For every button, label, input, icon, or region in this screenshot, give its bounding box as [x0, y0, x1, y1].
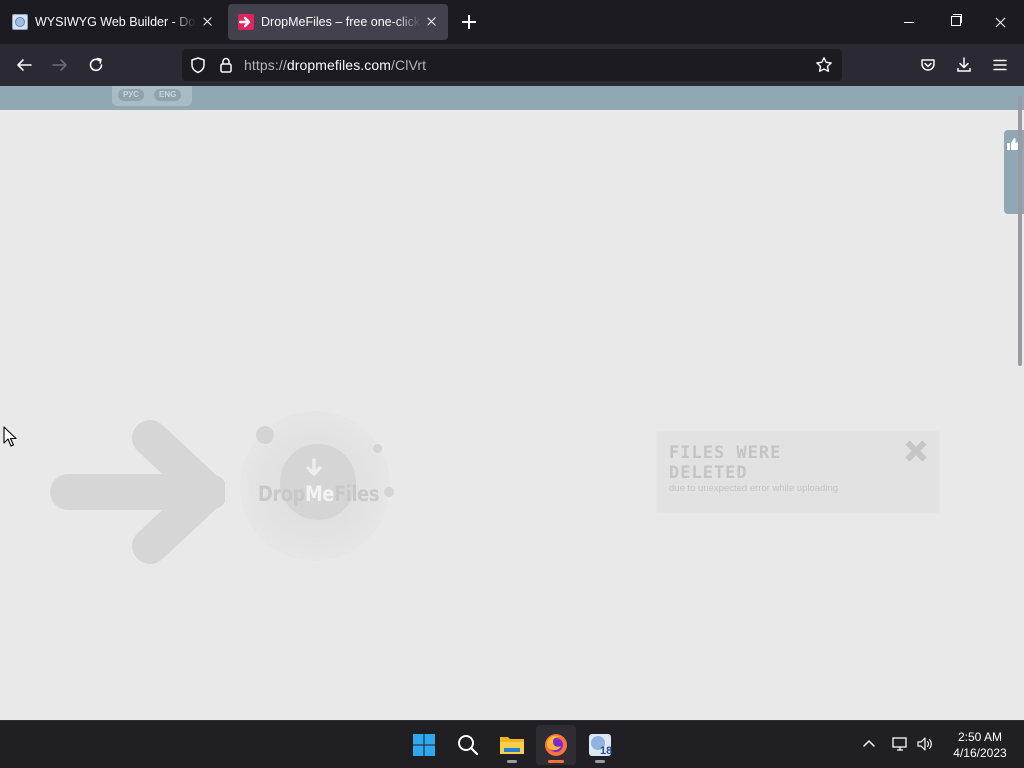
- volume-icon[interactable]: [914, 733, 936, 755]
- hamburger-menu-icon[interactable]: [987, 52, 1013, 78]
- logo-text-me: Me: [304, 482, 334, 506]
- wysiwyg-favicon-icon: [12, 14, 28, 30]
- url-host: dropmefiles.com: [286, 57, 392, 73]
- tab-close-icon[interactable]: [424, 14, 440, 30]
- clock-date: 4/16/2023: [953, 746, 1007, 760]
- lang-en-button[interactable]: ENG: [154, 89, 182, 101]
- forward-arrow-icon[interactable]: [47, 52, 73, 78]
- url-text[interactable]: https://dropmefiles.com/ClVrt: [244, 57, 426, 73]
- lock-icon[interactable]: [217, 56, 235, 79]
- system-clock[interactable]: 2:50 AM 4/16/2023: [942, 729, 1018, 761]
- logo-orbit-dot: [373, 444, 382, 453]
- page-scrollbar-thumb[interactable]: [1018, 96, 1022, 366]
- new-tab-plus-icon[interactable]: [458, 11, 480, 33]
- address-bar[interactable]: https://dropmefiles.com/ClVrt: [182, 49, 842, 81]
- logo-orbit-dot: [256, 426, 274, 444]
- url-scheme: https://: [244, 57, 287, 73]
- running-indicator: [595, 760, 605, 763]
- tab-wysiwyg[interactable]: WYSIWYG Web Builder - Downl: [2, 4, 224, 40]
- mouse-cursor-icon: [3, 426, 17, 447]
- bookmark-star-icon[interactable]: [815, 56, 833, 79]
- big-arrow-graphic: [50, 420, 225, 564]
- logo-orbit-dot: [384, 487, 394, 497]
- download-arrow-icon: [306, 458, 322, 476]
- tab-title: WYSIWYG Web Builder - Downl: [35, 15, 196, 29]
- file-explorer-icon[interactable]: [492, 725, 532, 765]
- window-restore-button[interactable]: [932, 0, 978, 44]
- dropmefiles-logo-text: DropMeFiles: [258, 482, 379, 506]
- chevron-up-icon[interactable]: [858, 733, 880, 755]
- downloads-icon[interactable]: [951, 52, 977, 78]
- browser-tab-strip: WYSIWYG Web Builder - Downl DropMeFiles …: [0, 0, 1024, 44]
- message-title: FILES WERE DELETED: [669, 443, 782, 483]
- dropmefiles-favicon-icon: [238, 14, 254, 30]
- app-badge: 18: [600, 745, 613, 757]
- logo-text-drop: Drop: [258, 482, 305, 506]
- screen: WYSIWYG Web Builder - Downl DropMeFiles …: [0, 0, 1024, 768]
- clock-time: 2:50 AM: [957, 730, 1003, 744]
- running-indicator: [507, 760, 517, 763]
- windows-taskbar: 18 2:50 AM 4/16/2023: [0, 720, 1024, 768]
- files-deleted-message: FILES WERE DELETED due to unexpected err…: [657, 432, 939, 512]
- windows-start-icon[interactable]: [404, 725, 444, 765]
- firefox-icon[interactable]: [536, 725, 576, 765]
- lang-ru-button[interactable]: РУС: [118, 89, 144, 101]
- app-18-icon[interactable]: 18: [580, 725, 620, 765]
- web-page: РУС ENG DropMeFiles FILES WERE DELETED d…: [0, 86, 1024, 720]
- language-switcher: РУС ENG: [112, 86, 192, 106]
- back-arrow-icon[interactable]: [11, 52, 37, 78]
- close-x-icon[interactable]: [905, 440, 927, 462]
- tab-dropmefiles[interactable]: DropMeFiles – free one-click file: [228, 4, 448, 40]
- url-path: /ClVrt: [391, 57, 427, 73]
- reload-icon[interactable]: [83, 52, 109, 78]
- tab-title: DropMeFiles – free one-click file: [261, 15, 420, 29]
- window-minimize-button[interactable]: [886, 0, 932, 44]
- search-icon[interactable]: [448, 725, 488, 765]
- shield-icon[interactable]: [189, 56, 207, 79]
- window-close-button[interactable]: [978, 0, 1024, 44]
- tab-close-icon[interactable]: [200, 14, 216, 30]
- active-indicator: [548, 760, 564, 763]
- network-icon[interactable]: [889, 733, 911, 755]
- logo-text-files: Files: [333, 482, 380, 506]
- message-subtitle: due to unexpected error while uploading: [669, 483, 839, 494]
- browser-nav-bar: https://dropmefiles.com/ClVrt: [0, 44, 1024, 86]
- pocket-icon[interactable]: [915, 52, 941, 78]
